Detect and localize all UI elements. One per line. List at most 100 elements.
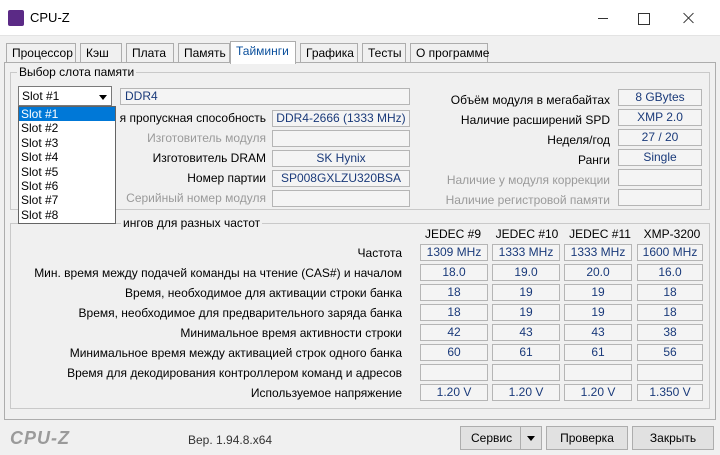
slot-select[interactable]: Slot #1 — [18, 86, 112, 106]
tab-timings[interactable]: Тайминги — [230, 41, 296, 64]
slot-option[interactable]: Slot #2 — [19, 121, 115, 135]
timing-value: 18 — [637, 284, 703, 301]
timing-value: 61 — [564, 344, 632, 361]
part-number-label: Номер партии — [187, 171, 266, 185]
column-header: XMP-3200 — [643, 227, 701, 241]
slot-option[interactable]: Slot #7 — [19, 193, 115, 207]
timing-value: 18.0 — [420, 264, 488, 281]
spd-extension-field: XMP 2.0 — [618, 109, 702, 126]
timing-value: 61 — [492, 344, 560, 361]
cpuz-logo: CPU-Z — [10, 428, 70, 448]
timing-value: 19.0 — [492, 264, 560, 281]
tab-cache[interactable]: Кэш — [80, 43, 122, 63]
serial-number-label: Серийный номер модуля — [126, 191, 266, 205]
timing-value: 1333 MHz — [492, 244, 560, 261]
timing-value — [637, 364, 703, 381]
column-header: JEDEC #10 — [495, 227, 559, 241]
timing-value: 1.20 V — [420, 384, 488, 401]
tab-bench[interactable]: Тесты — [362, 43, 406, 63]
part-number-field: SP008GXLZU320BSA — [272, 170, 410, 187]
maximize-button[interactable] — [620, 4, 666, 32]
service-button-label: Сервис — [471, 431, 513, 445]
tab-processor[interactable]: Процессор — [6, 43, 76, 63]
column-header: JEDEC #9 — [424, 227, 482, 241]
memory-type-field: DDR4 — [120, 88, 410, 105]
slot-option[interactable]: Slot #4 — [19, 150, 115, 164]
timing-value: 18 — [637, 304, 703, 321]
timing-value: 1309 MHz — [420, 244, 488, 261]
registered-label: Наличие регистровой памяти — [445, 193, 610, 207]
timing-value: 1.20 V — [564, 384, 632, 401]
timing-row-label: Время, необходимое для предварительного … — [78, 306, 402, 320]
timing-value — [492, 364, 560, 381]
timing-value: 1.350 V — [637, 384, 703, 401]
timing-value: 19 — [564, 304, 632, 321]
timings-group-title: ингов для разных частот — [121, 216, 263, 230]
module-manufacturer-field — [272, 130, 410, 147]
version-label: Вер. 1.94.8.x64 — [188, 433, 273, 447]
timing-row-label: Частота — [357, 246, 402, 260]
chevron-down-icon[interactable] — [99, 95, 107, 100]
timing-value: 16.0 — [637, 264, 703, 281]
tab-mainboard[interactable]: Плата — [126, 43, 174, 63]
close-window-button[interactable] — [666, 4, 712, 32]
timing-value: 43 — [492, 324, 560, 341]
timing-row-label: Время, необходимое для активации строки … — [125, 286, 402, 300]
window-title: CPU-Z — [30, 10, 70, 25]
tab-memory[interactable]: Память — [178, 43, 230, 63]
bandwidth-field: DDR4-2666 (1333 MHz) — [272, 110, 410, 127]
slot-option[interactable]: Slot #8 — [19, 208, 115, 222]
bandwidth-label: я пропускная способность — [119, 111, 266, 125]
timing-row-label: Мин. время между подачей команды на чтен… — [34, 266, 402, 280]
dram-manufacturer-field: SK Hynix — [272, 150, 410, 167]
dram-manufacturer-label: Изготовитель DRAM — [152, 151, 266, 165]
slot-option[interactable]: Slot #5 — [19, 165, 115, 179]
tab-about[interactable]: О программе — [410, 43, 489, 63]
timing-value: 43 — [564, 324, 632, 341]
title-bar: CPU-Z — [0, 0, 720, 36]
slot-select-value: Slot #1 — [22, 89, 60, 103]
timing-value: 19 — [492, 284, 560, 301]
week-year-label: Неделя/год — [547, 133, 610, 147]
slot-option[interactable]: Slot #1 — [19, 107, 115, 122]
timing-row-label: Минимальное время активности строки — [180, 326, 402, 340]
module-size-label: Объём модуля в мегабайтах — [450, 93, 610, 107]
chevron-down-icon[interactable] — [520, 427, 542, 449]
week-year-field: 27 / 20 — [618, 129, 702, 146]
ranks-field: Single — [618, 149, 702, 166]
timing-value: 60 — [420, 344, 488, 361]
timing-value: 1333 MHz — [564, 244, 632, 261]
slot-option[interactable]: Slot #3 — [19, 136, 115, 150]
timing-value: 38 — [637, 324, 703, 341]
validate-button[interactable]: Проверка — [546, 426, 628, 450]
timing-value: 18 — [420, 284, 488, 301]
module-manufacturer-label: Изготовитель модуля — [147, 131, 266, 145]
spd-extension-label: Наличие расширений SPD — [460, 113, 610, 127]
timing-row-label: Время для декодирования контроллером ком… — [67, 366, 402, 380]
timing-row-label: Используемое напряжение — [250, 386, 402, 400]
ecc-label: Наличие у модуля коррекции — [446, 173, 610, 187]
timing-row-label: Минимальное время между активацией строк… — [69, 346, 402, 360]
close-button[interactable]: Закрыть — [632, 426, 714, 450]
timing-value: 19 — [492, 304, 560, 321]
timing-value: 1600 MHz — [637, 244, 703, 261]
cpuz-app-icon — [8, 10, 24, 26]
ranks-label: Ранги — [578, 153, 610, 167]
timing-value — [420, 364, 488, 381]
slot-option[interactable]: Slot #6 — [19, 179, 115, 193]
serial-number-field — [272, 190, 410, 207]
timing-value: 1.20 V — [492, 384, 560, 401]
slot-dropdown-list: Slot #1 Slot #2 Slot #3 Slot #4 Slot #5 … — [18, 106, 116, 224]
registered-field — [618, 189, 702, 206]
ecc-field — [618, 169, 702, 186]
slot-group-title: Выбор слота памяти — [17, 65, 137, 79]
module-size-field: 8 GBytes — [618, 89, 702, 106]
timing-value: 56 — [637, 344, 703, 361]
timing-value: 18 — [420, 304, 488, 321]
column-header: JEDEC #11 — [569, 227, 631, 241]
tab-graphics[interactable]: Графика — [300, 43, 358, 63]
timing-value — [564, 364, 632, 381]
timing-value: 20.0 — [564, 264, 632, 281]
timing-value: 42 — [420, 324, 488, 341]
timing-value: 19 — [564, 284, 632, 301]
